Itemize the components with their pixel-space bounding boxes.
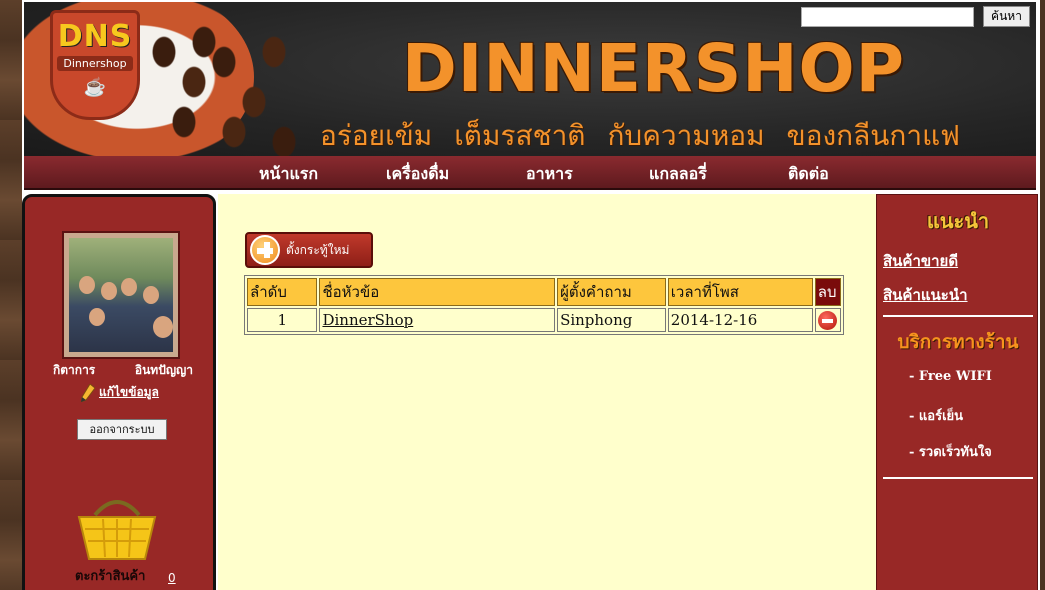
- new-topic-label: ตั้งกระทู้ใหม่: [286, 242, 350, 257]
- photo-face: [121, 278, 137, 296]
- topic-title-link[interactable]: DinnerShop: [322, 311, 413, 329]
- service-item: - รวดเร็วทันใจ: [909, 445, 992, 460]
- user-name: กิตาการ อินทปัญญา: [53, 361, 193, 380]
- logout-button[interactable]: ออกจากระบบ: [77, 419, 167, 440]
- divider: [883, 315, 1033, 317]
- photo-face: [79, 276, 95, 294]
- search-input[interactable]: [801, 7, 974, 27]
- photo-face: [143, 286, 159, 304]
- site-title: DINNERSHOP: [402, 30, 905, 107]
- user-last-name: อินทปัญญา: [134, 363, 193, 377]
- nav-contact[interactable]: ติดต่อ: [788, 162, 829, 187]
- service-item: - Free WIFI: [909, 369, 992, 384]
- column-header-title: ชื่อหัวข้อ: [319, 278, 556, 306]
- row-number: 1: [247, 308, 318, 332]
- recommend-panel: แนะนำ สินค้าขายดี สินค้าแนะนำ บริการทางร…: [876, 194, 1038, 590]
- column-header-delete: ลบ: [814, 278, 841, 306]
- coffee-cup-icon: ☕: [83, 77, 107, 98]
- column-header-author: ผู้ตั้งคำถาม: [557, 278, 666, 306]
- cart-label: ตะกร้าสินค้า: [75, 569, 146, 584]
- logo-dns-text: DNS: [57, 19, 133, 54]
- avatar: [62, 231, 180, 359]
- edit-profile-link[interactable]: แก้ไขข้อมูล: [99, 383, 159, 402]
- nav-drinks[interactable]: เครื่องดื่ม: [386, 162, 449, 187]
- pencil-icon: [81, 383, 95, 402]
- bestseller-link[interactable]: สินค้าขายดี: [883, 249, 958, 273]
- site-slogan: อร่อยเข้ม เต็มรสชาติ กับความหอม ของกลีนก…: [320, 114, 960, 156]
- row-date: 2014-12-16: [667, 308, 813, 332]
- shopping-basket-icon[interactable]: [77, 493, 157, 563]
- service-item: - แอร์เย็น: [909, 409, 964, 424]
- photo-face: [101, 282, 117, 300]
- group-photo: [69, 238, 173, 352]
- slogan-part: อร่อยเข้ม: [320, 119, 433, 152]
- row-title-cell: DinnerShop: [319, 308, 556, 332]
- plus-icon: [250, 235, 280, 265]
- edit-profile-row[interactable]: แก้ไขข้อมูล: [81, 383, 159, 402]
- logo-ribbon-text: Dinnershop: [57, 56, 133, 71]
- services-title: บริการทางร้าน: [897, 331, 1019, 353]
- column-header-date: เวลาที่โพส: [667, 278, 813, 306]
- row-author: Sinphong: [557, 308, 666, 332]
- photo-face: [153, 316, 173, 338]
- new-topic-button[interactable]: ตั้งกระทู้ใหม่: [245, 232, 373, 268]
- nav-food[interactable]: อาหาร: [526, 162, 573, 187]
- slogan-part: กับความหอม: [607, 119, 765, 152]
- search-button[interactable]: ค้นหา: [983, 6, 1030, 27]
- site-logo[interactable]: DNS Dinnershop ☕: [50, 10, 140, 120]
- cart-count-link[interactable]: 0: [168, 571, 176, 585]
- divider: [883, 477, 1033, 479]
- photo-face: [89, 308, 105, 326]
- row-delete-cell: [814, 308, 841, 332]
- topics-table: ลำดับ ชื่อหัวข้อ ผู้ตั้งคำถาม เวลาที่โพส…: [244, 275, 844, 335]
- user-panel: กิตาการ อินทปัญญา แก้ไขข้อมูล ออกจากระบบ…: [22, 194, 216, 590]
- recommend-title: แนะนำ: [926, 209, 990, 233]
- column-header-no: ลำดับ: [247, 278, 318, 306]
- nav-home[interactable]: หน้าแรก: [259, 162, 318, 187]
- recommended-products-link[interactable]: สินค้าแนะนำ: [883, 283, 968, 307]
- forum-content: ตั้งกระทู้ใหม่ ลำดับ ชื่อหัวข้อ ผู้ตั้งค…: [218, 194, 876, 590]
- main-nav: หน้าแรก เครื่องดื่ม อาหาร แกลลอรี่ ติดต่…: [24, 156, 1036, 190]
- wood-background-left: [0, 0, 22, 590]
- coffee-beans-image: [144, 22, 314, 156]
- table-header-row: ลำดับ ชื่อหัวข้อ ผู้ตั้งคำถาม เวลาที่โพส…: [247, 278, 841, 306]
- table-row: 1 DinnerShop Sinphong 2014-12-16: [247, 308, 841, 332]
- delete-icon[interactable]: [817, 310, 837, 330]
- slogan-part: เต็มรสชาติ: [454, 119, 586, 152]
- user-first-name: กิตาการ: [53, 363, 96, 377]
- slogan-part: ของกลีนกาแฟ: [786, 119, 960, 152]
- nav-gallery[interactable]: แกลลอรี่: [649, 162, 707, 187]
